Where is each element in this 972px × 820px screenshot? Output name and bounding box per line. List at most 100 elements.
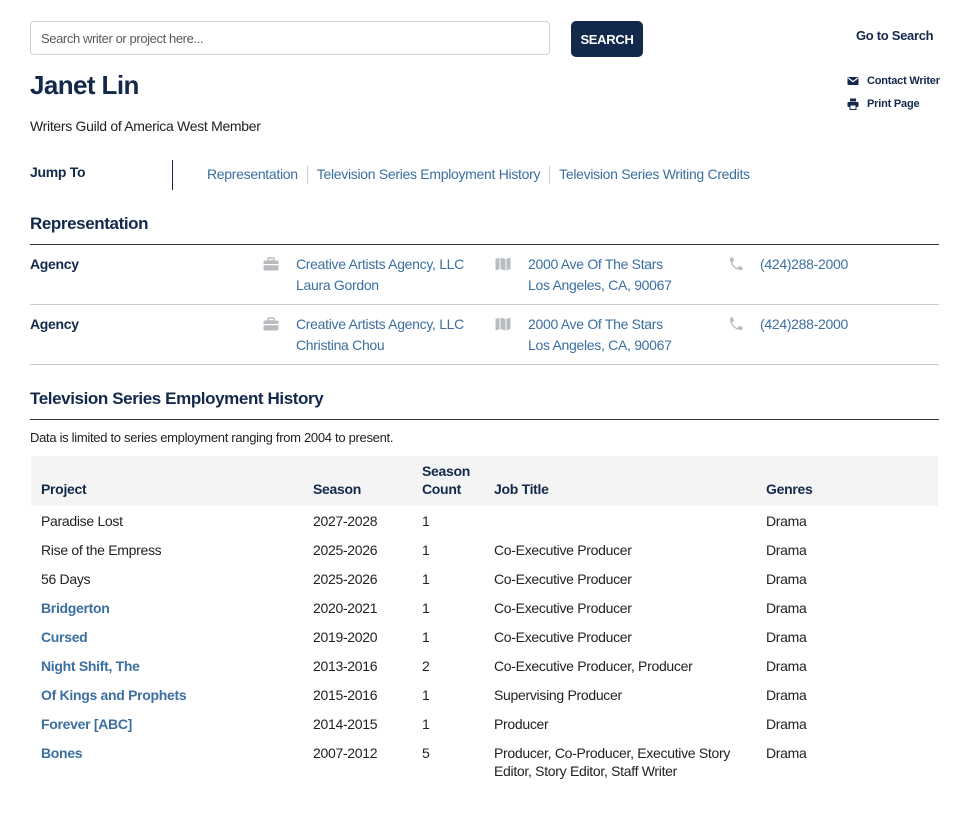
membership-text: Writers Guild of America West Member [30,118,261,134]
employment-table: Project Season Season Count Job Title Ge… [31,456,938,785]
season-cell: 2020-2021 [313,600,378,616]
jump-link-employment-history[interactable]: Television Series Employment History [317,166,541,184]
agency-name-link[interactable]: Creative Artists Agency, LLC [296,254,464,275]
season-count-cell: 1 [422,600,430,616]
genres-cell: Drama [766,600,807,616]
table-row: Bones 2007-2012 5 Producer, Co-Producer, Ex… [31,738,938,785]
job-title-cell: Co-Executive Producer [494,600,632,616]
genres-cell: Drama [766,513,807,529]
phone-link[interactable]: (424)288-2000 [760,254,848,275]
contact-writer-link[interactable]: Contact Writer [847,75,940,87]
go-to-search-link[interactable]: Go to Search [856,28,934,43]
project-link[interactable]: Bridgerton [31,593,303,622]
column-header-genres: Genres [766,481,813,497]
print-page-link[interactable]: Print Page [847,98,920,110]
column-header-season: Season [313,481,361,497]
agency-type-label: Agency [30,256,79,272]
season-cell: 2027-2028 [313,513,378,529]
table-row: 56 Days 2025-2026 1 Co-Executive Producer Dr… [31,564,938,593]
job-title-cell: Co-Executive Producer [494,629,632,645]
briefcase-icon [263,257,279,271]
season-count-cell: 1 [422,513,430,529]
season-cell: 2013-2016 [313,658,378,674]
season-count-cell: 1 [422,687,430,703]
project-cell: Rise of the Empress [41,542,162,558]
row-divider [30,364,939,365]
agency-name-link[interactable]: Creative Artists Agency, LLC [296,314,464,335]
project-link[interactable]: Bones [31,738,303,785]
season-cell: 2014-2015 [313,716,378,732]
envelope-icon [847,77,859,85]
phone-link[interactable]: (424)288-2000 [760,314,848,335]
genres-cell: Drama [766,687,807,703]
project-link[interactable]: Cursed [31,622,303,651]
jump-divider [172,160,173,190]
agency-type-label: Agency [30,316,79,332]
jump-links: Representation Television Series Employm… [207,166,750,184]
jump-link-writing-credits[interactable]: Television Series Writing Credits [559,166,750,184]
season-count-cell: 5 [422,745,430,761]
job-title-cell: Co-Executive Producer, Producer [494,658,693,674]
address-line2-link[interactable]: Los Angeles, CA, 90067 [528,335,672,356]
jump-separator [306,166,308,184]
map-icon [495,317,511,331]
agency-row: Agency Creative Artists Agency, LLC Chri… [30,305,939,365]
project-cell: Paradise Lost [41,513,123,529]
table-row: Bridgerton 2020-2021 1 Co-Executive Produce… [31,593,938,622]
project-link[interactable]: Night Shift, The [31,651,303,680]
table-row: Night Shift, The 2013-2016 2 Co-Executive P… [31,651,938,680]
jump-to-label: Jump To [30,164,86,180]
jump-link-representation[interactable]: Representation [207,166,298,184]
job-title-cell: Supervising Producer [494,687,622,703]
address-line1-link[interactable]: 2000 Ave Of The Stars [528,254,672,275]
genres-cell: Drama [766,658,807,674]
table-row: Cursed 2019-2020 1 Co-Executive Producer Dra… [31,622,938,651]
job-title-cell: Co-Executive Producer [494,542,632,558]
season-cell: 2025-2026 [313,542,378,558]
season-count-cell: 1 [422,542,430,558]
season-count-cell: 1 [422,629,430,645]
project-link[interactable]: Of Kings and Prophets [31,680,303,709]
jump-separator [549,166,551,184]
genres-cell: Drama [766,629,807,645]
season-count-cell: 2 [422,658,430,674]
agency-row: Agency Creative Artists Agency, LLC Laur… [30,245,939,305]
writer-name: Janet Lin [30,70,139,100]
season-count-line2: Count [422,481,461,497]
job-title-cell: Co-Executive Producer [494,571,632,587]
briefcase-icon [263,317,279,331]
table-row: Paradise Lost 2027-2028 1 Drama [31,506,938,535]
address-line1-link[interactable]: 2000 Ave Of The Stars [528,314,672,335]
season-cell: 2019-2020 [313,629,378,645]
season-cell: 2015-2016 [313,687,378,703]
season-cell: 2007-2012 [313,745,378,761]
season-count-cell: 1 [422,716,430,732]
contact-writer-label: Contact Writer [867,75,940,87]
project-cell: 56 Days [41,571,91,587]
representation-title: Representation [30,214,149,233]
column-header-season-count: Season Count [412,456,484,506]
season-cell: 2025-2026 [313,571,378,587]
genres-cell: Drama [766,745,807,761]
table-row: Forever [ABC] 2014-2015 1 Producer Drama [31,709,938,738]
map-icon [495,257,511,271]
address-line2-link[interactable]: Los Angeles, CA, 90067 [528,275,672,296]
agent-name-link[interactable]: Christina Chou [296,335,464,356]
phone-icon [729,317,743,331]
column-header-project: Project [41,481,87,497]
table-row: Rise of the Empress 2025-2026 1 Co-Executiv… [31,535,938,564]
genres-cell: Drama [766,542,807,558]
agent-name-link[interactable]: Laura Gordon [296,275,464,296]
search-input[interactable] [30,21,550,55]
phone-icon [729,257,743,271]
print-page-label: Print Page [867,98,920,110]
job-title-cell: Producer, Co-Producer, Executive Story E… [494,745,731,779]
genres-cell: Drama [766,716,807,732]
season-count-cell: 1 [422,571,430,587]
project-link[interactable]: Forever [ABC] [31,709,303,738]
search-button[interactable]: SEARCH [571,21,643,57]
table-row: Of Kings and Prophets 2015-2016 1 Supervisi… [31,680,938,709]
section-rule [30,419,939,420]
genres-cell: Drama [766,571,807,587]
job-title-cell: Producer [494,716,549,732]
